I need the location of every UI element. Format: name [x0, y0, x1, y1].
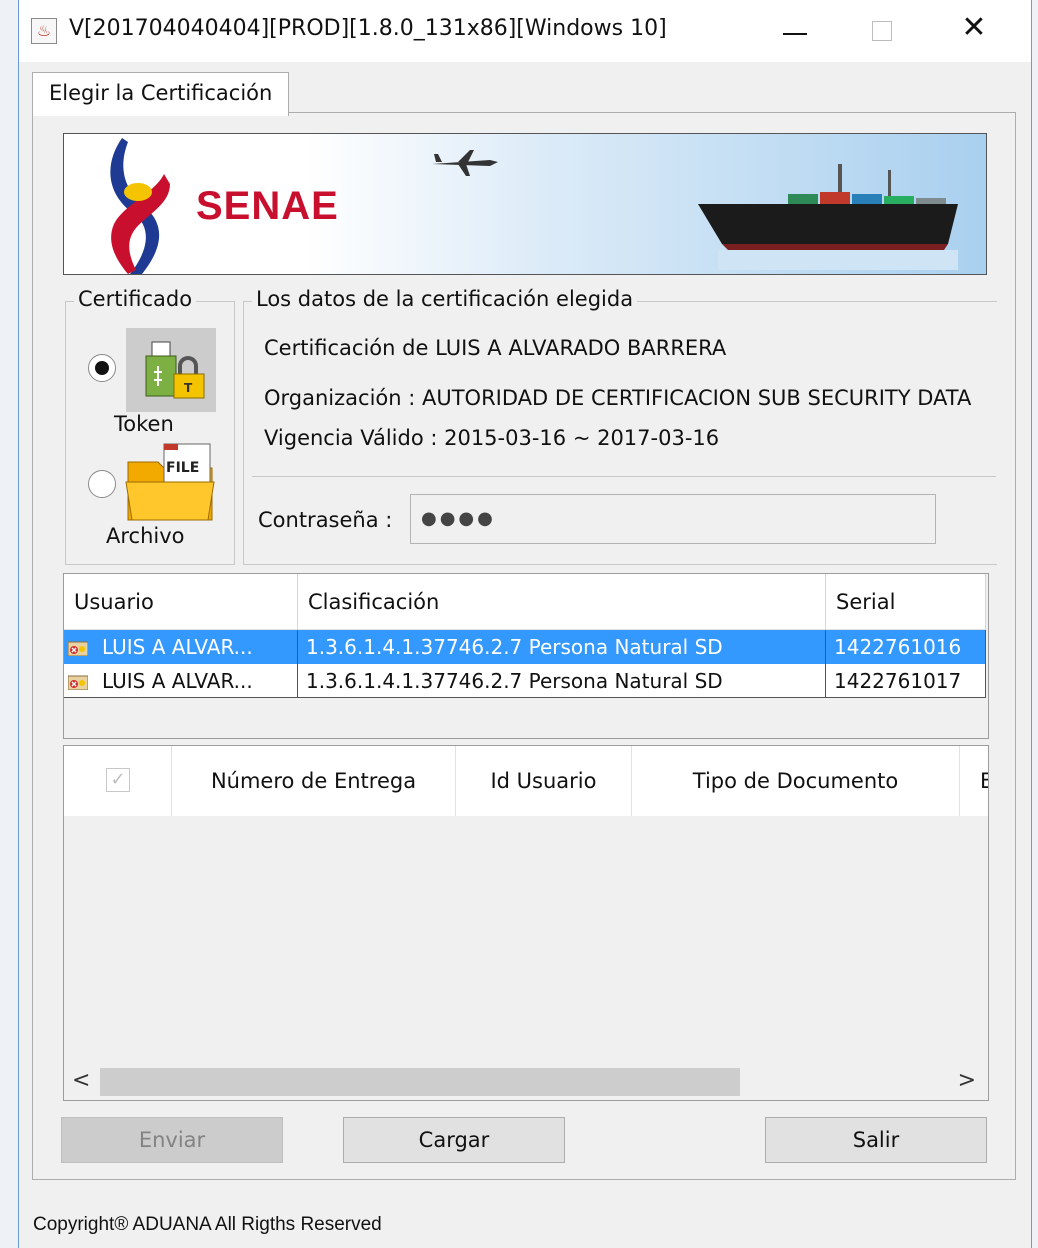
- certificacion-data-group: Los datos de la certificación elegida Ce…: [243, 287, 997, 565]
- column-header-id-usuario[interactable]: Id Usuario: [456, 746, 632, 816]
- tab-strip: Elegir la Certificación: [19, 62, 1031, 116]
- airplane-icon: [432, 150, 498, 176]
- organizacion-text: Organización : AUTORIDAD DE CERTIFICACIO…: [264, 386, 972, 410]
- password-field[interactable]: ●●●●: [410, 494, 936, 544]
- senae-banner: SENAE: [63, 133, 987, 275]
- certificado-group: Certificado T Token FILE Archivo: [65, 287, 235, 565]
- window-title: V[201704040404][PROD][1.8.0_131x86][Wind…: [69, 16, 667, 41]
- table-row[interactable]: LUIS A ALVAR... 1.3.6.1.4.1.37746.2.7 Pe…: [64, 630, 986, 664]
- horizontal-scrollbar[interactable]: < >: [64, 1064, 988, 1100]
- cargar-button[interactable]: Cargar: [343, 1117, 565, 1163]
- scroll-thumb[interactable]: [100, 1068, 740, 1096]
- token-label: Token: [114, 412, 174, 436]
- column-header-serial[interactable]: Serial: [826, 574, 986, 630]
- column-header-select-all[interactable]: ✓: [64, 746, 172, 816]
- certificate-table: Usuario Clasificación Serial LUIS A ALVA…: [63, 573, 989, 739]
- certificate-revoked-icon: [68, 641, 88, 656]
- certificate-table-header: Usuario Clasificación Serial: [64, 574, 986, 630]
- token-radio[interactable]: [88, 354, 116, 382]
- column-header-truncated[interactable]: E: [960, 746, 988, 816]
- app-window: ♨ V[201704040404][PROD][1.8.0_131x86][Wi…: [18, 0, 1032, 1248]
- enviar-button[interactable]: Enviar: [61, 1117, 283, 1163]
- column-header-usuario[interactable]: Usuario: [64, 574, 298, 630]
- column-header-tipo-documento[interactable]: Tipo de Documento: [632, 746, 960, 816]
- usb-token-lock-icon: T: [126, 328, 216, 412]
- scroll-right-arrow[interactable]: >: [958, 1068, 976, 1093]
- maximize-icon: [872, 21, 892, 41]
- cell-usuario: LUIS A ALVAR...: [94, 664, 298, 698]
- certificacion-owner: Certificación de LUIS A ALVARADO BARRERA: [264, 336, 727, 360]
- scroll-left-arrow[interactable]: <: [72, 1068, 90, 1093]
- cell-usuario: LUIS A ALVAR...: [94, 630, 298, 664]
- select-all-checkbox[interactable]: ✓: [106, 768, 130, 792]
- svg-text:T: T: [184, 381, 193, 395]
- data-separator: [252, 476, 996, 477]
- maximize-button[interactable]: [839, 0, 929, 62]
- file-folder-icon: [125, 443, 215, 521]
- entrega-table: ✓ Número de Entrega Id Usuario Tipo de D…: [63, 745, 989, 1101]
- certificado-legend: Certificado: [74, 287, 197, 311]
- senae-logo-icon: [110, 138, 170, 274]
- table-row[interactable]: LUIS A ALVAR... 1.3.6.1.4.1.37746.2.7 Pe…: [64, 664, 986, 698]
- senae-logo-text: SENAE: [196, 184, 339, 228]
- cell-clasificacion: 1.3.6.1.4.1.37746.2.7 Persona Natural SD: [298, 630, 826, 664]
- close-icon: ✕: [961, 10, 987, 45]
- entrega-table-header: ✓ Número de Entrega Id Usuario Tipo de D…: [64, 746, 988, 816]
- java-app-icon[interactable]: ♨: [31, 18, 57, 44]
- salir-button[interactable]: Salir: [765, 1117, 987, 1163]
- vigencia-text: Vigencia Válido : 2015-03-16 ~ 2017-03-1…: [264, 426, 720, 450]
- file-icon-label: FILE: [166, 460, 200, 476]
- title-bar: ♨ V[201704040404][PROD][1.8.0_131x86][Wi…: [19, 0, 1031, 62]
- column-header-clasificacion[interactable]: Clasificación: [298, 574, 826, 630]
- tab-content: SENAE Certificado T Token FILE Archivo L…: [32, 112, 1016, 1180]
- tab-elegir-certificacion[interactable]: Elegir la Certificación: [32, 72, 290, 116]
- column-header-numero-entrega[interactable]: Número de Entrega: [172, 746, 456, 816]
- minimize-icon: [783, 33, 807, 35]
- cell-clasificacion: 1.3.6.1.4.1.37746.2.7 Persona Natural SD: [298, 664, 826, 698]
- minimize-button[interactable]: [749, 0, 839, 62]
- cargo-ship-icon: [698, 164, 958, 270]
- cell-serial: 1422761016: [826, 630, 986, 664]
- password-label: Contraseña :: [258, 508, 393, 532]
- cell-serial: 1422761017: [826, 664, 986, 698]
- archivo-label: Archivo: [106, 524, 185, 548]
- certificate-revoked-icon: [68, 675, 88, 690]
- copyright-footer: Copyright® ADUANA All Rigths Reserved: [33, 1214, 382, 1235]
- certificacion-data-legend: Los datos de la certificación elegida: [252, 287, 638, 311]
- archivo-radio[interactable]: [88, 470, 116, 498]
- close-button[interactable]: ✕: [929, 0, 1019, 62]
